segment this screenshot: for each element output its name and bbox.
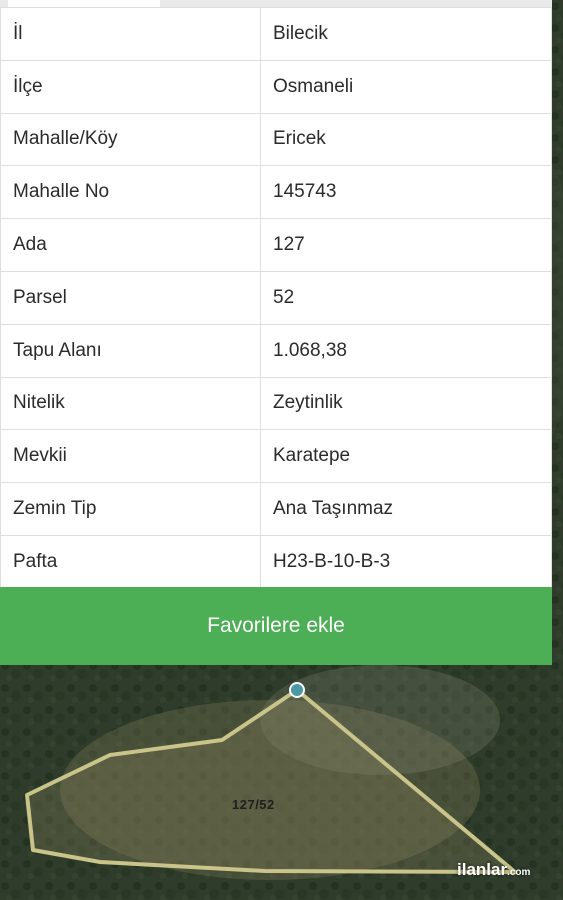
row-value: Karatepe [260,429,552,484]
row-value: 145743 [260,165,552,220]
table-row: Tapu Alanı 1.068,38 [0,323,552,378]
row-key: Zemin Tip [0,482,261,536]
table-row: Zemin Tip Ana Taşınmaz [0,482,552,536]
parcel-info-table: İl Bilecik İlçe Osmaneli Mahalle/Köy Eri… [0,7,552,589]
row-value: 52 [260,270,552,325]
location-marker-icon[interactable] [289,682,305,698]
row-value: Ana Taşınmaz [260,482,552,536]
row-key: Parsel [0,270,261,325]
table-row: Mahalle/Köy Ericek [0,112,552,167]
row-value: 1.068,38 [260,323,552,378]
row-key: Tapu Alanı [0,323,261,378]
row-key: Ada [0,218,261,272]
row-value: H23-B-10-B-3 [260,534,552,589]
row-value: Osmaneli [260,59,552,114]
parcel-label: 127/52 [232,797,275,812]
add-to-favorites-button[interactable]: Favorilere ekle [0,587,552,665]
row-key: İlçe [0,59,261,114]
table-row: Pafta H23-B-10-B-3 [0,534,552,589]
row-key: Nitelik [0,376,261,431]
table-row: Ada 127 [0,218,552,272]
row-value: Zeytinlik [260,376,552,431]
table-row: İl Bilecik [0,7,552,61]
table-row: Parsel 52 [0,270,552,325]
table-row: Mevkii Karatepe [0,429,552,484]
row-key: Mahalle No [0,165,261,220]
row-value: Ericek [260,112,552,167]
watermark-logo: ilanlar.com [457,860,530,880]
row-value: 127 [260,218,552,272]
row-key: Pafta [0,534,261,589]
row-key: Mahalle/Köy [0,112,261,167]
row-value: Bilecik [260,7,552,61]
parcel-info-panel: İl Bilecik İlçe Osmaneli Mahalle/Köy Eri… [0,0,552,665]
row-key: Mevkii [0,429,261,484]
row-key: İl [0,7,261,61]
table-row: Mahalle No 145743 [0,165,552,220]
table-row: Nitelik Zeytinlik [0,376,552,431]
watermark-name: ilanlar [457,860,508,879]
watermark-suffix: .com [507,867,531,878]
table-row: İlçe Osmaneli [0,59,552,114]
